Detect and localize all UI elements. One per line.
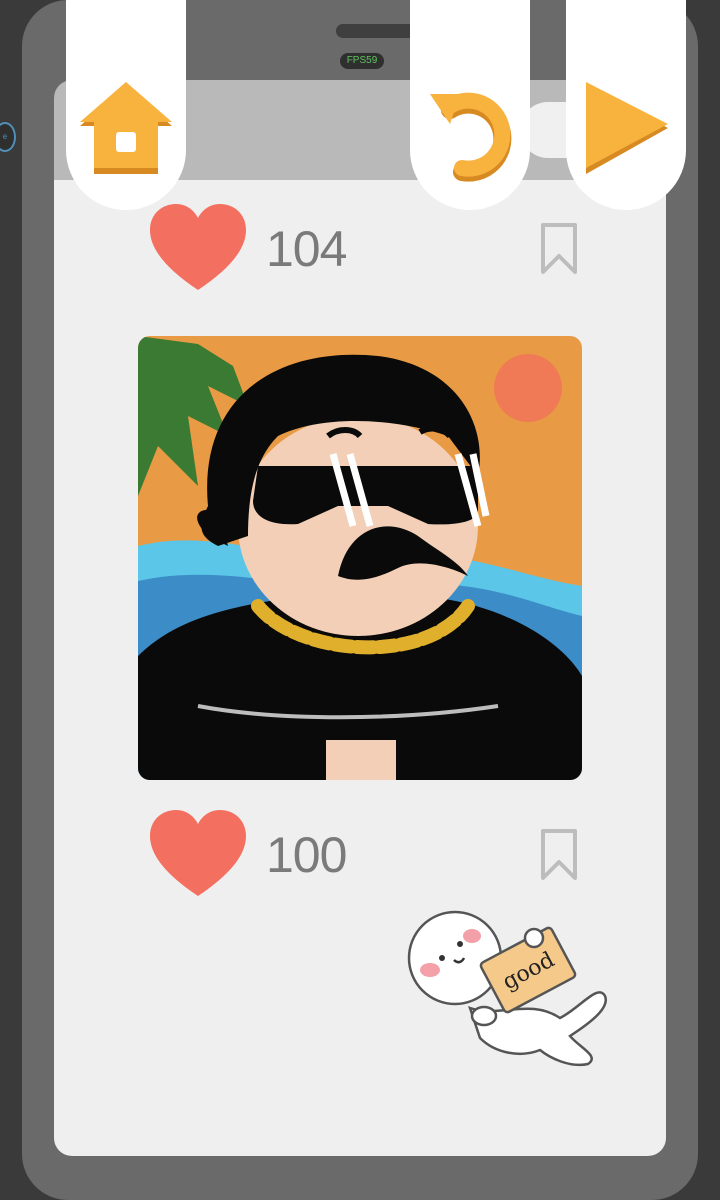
- good-sticker: good: [407, 910, 607, 1067]
- home-icon: [80, 82, 172, 174]
- play-icon: [586, 82, 668, 174]
- restart-icon: [430, 92, 512, 182]
- next-button[interactable]: [566, 0, 686, 210]
- fps-indicator: FPS59: [340, 53, 384, 69]
- bookmark-icon[interactable]: [540, 828, 578, 882]
- bookmark-icon[interactable]: [540, 222, 578, 276]
- heart-icon[interactable]: [148, 204, 248, 292]
- home-button[interactable]: [66, 0, 186, 210]
- restart-button[interactable]: [410, 0, 530, 210]
- post-image: [138, 336, 582, 780]
- cartoon-man-illustration: [138, 336, 582, 780]
- heart-icon[interactable]: [148, 810, 248, 898]
- bottom-like-count: 100: [266, 827, 347, 883]
- side-edge-button[interactable]: e: [0, 122, 16, 152]
- top-like-count: 104: [266, 221, 347, 277]
